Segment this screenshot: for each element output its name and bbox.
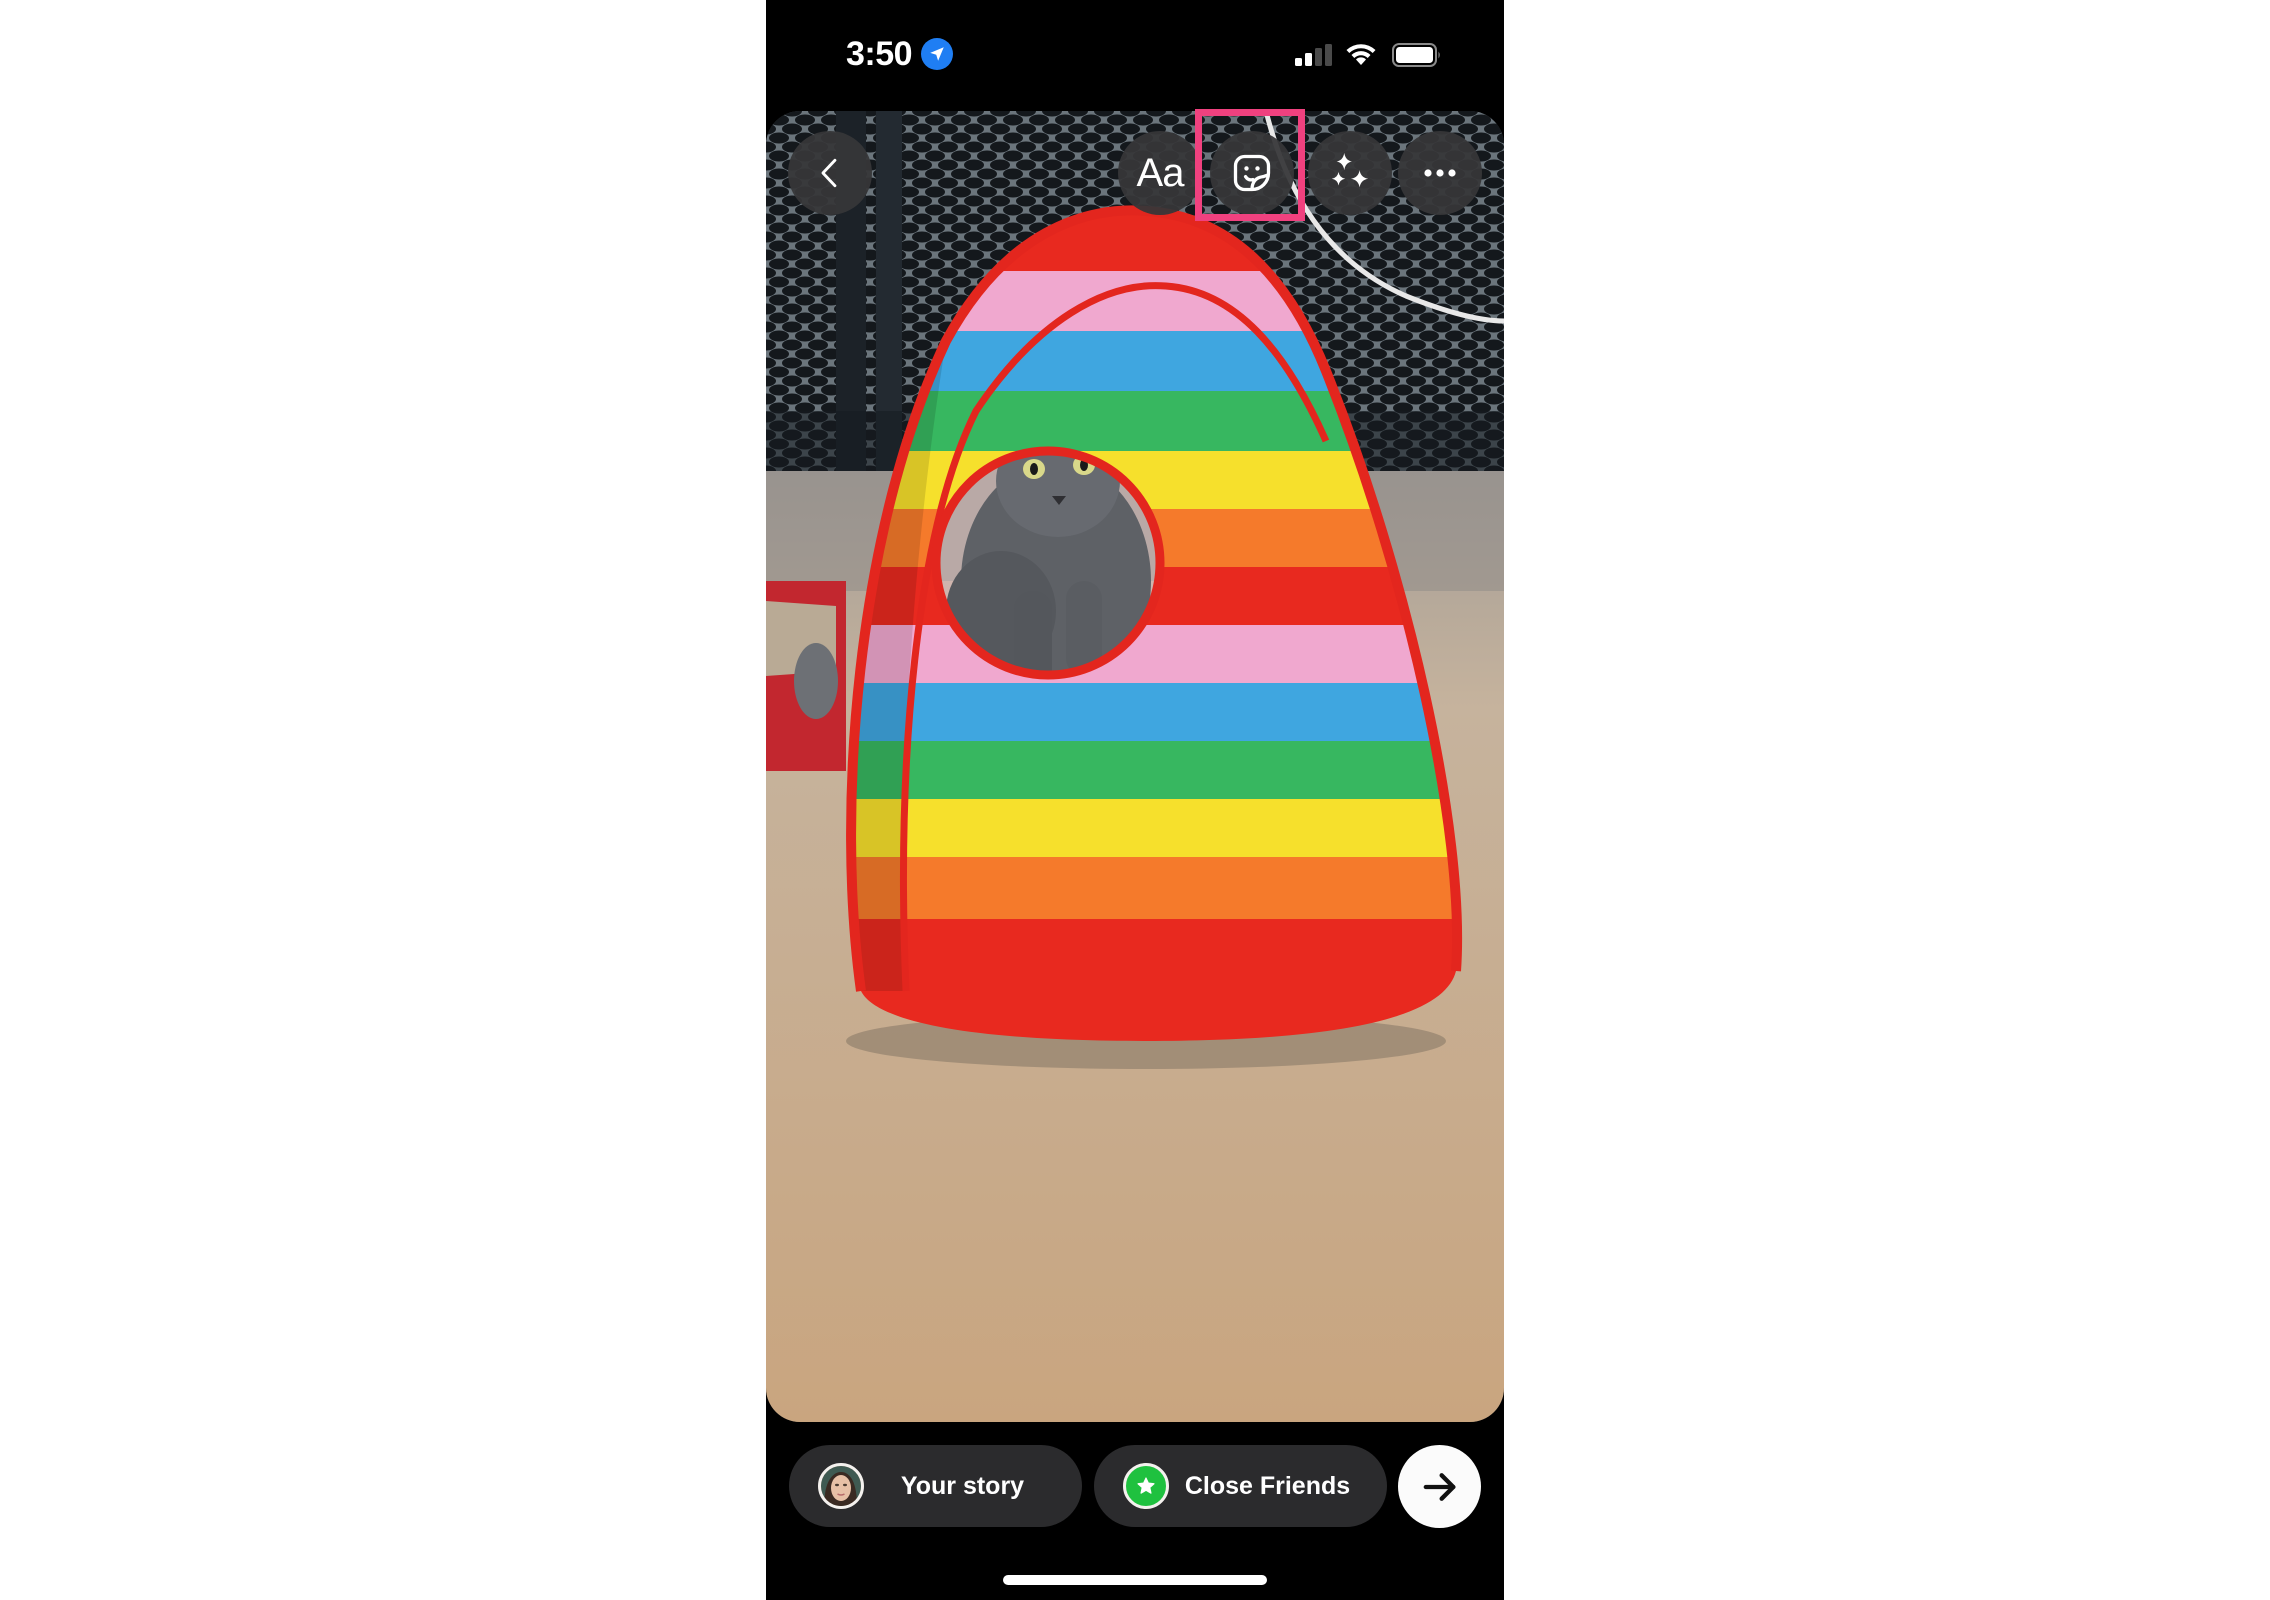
story-photo[interactable]: [766, 111, 1504, 1422]
status-time: 3:50: [846, 35, 913, 73]
arrow-right-icon: [1423, 1472, 1455, 1501]
more-horizontal-icon: [1424, 169, 1456, 177]
close-friends-label: Close Friends: [1184, 1472, 1351, 1500]
battery-icon: [1392, 43, 1440, 67]
effects-button[interactable]: [1308, 131, 1392, 215]
back-button[interactable]: [788, 131, 872, 215]
your-story-button[interactable]: Your story: [789, 1445, 1082, 1527]
close-friends-button[interactable]: Close Friends: [1094, 1445, 1387, 1527]
home-indicator[interactable]: [1003, 1575, 1267, 1585]
phone-screen: 3:50 Aa Your story Close Friends: [766, 0, 1504, 1600]
sticker-button[interactable]: [1210, 131, 1294, 215]
cellular-signal-icon: [1295, 44, 1332, 66]
sticker-icon: [1233, 154, 1271, 192]
share-next-button[interactable]: [1398, 1445, 1481, 1528]
your-story-label: Your story: [900, 1472, 1025, 1500]
text-tool-label: Aa: [1136, 150, 1185, 195]
chevron-left-icon: [821, 158, 837, 188]
wifi-icon: [1346, 44, 1376, 65]
sparkles-icon: [1331, 152, 1369, 188]
cat-in-tent-image: [766, 111, 1504, 1422]
text-tool-button[interactable]: Aa: [1118, 131, 1202, 215]
more-options-button[interactable]: [1398, 131, 1482, 215]
location-arrow-icon: [921, 38, 953, 70]
